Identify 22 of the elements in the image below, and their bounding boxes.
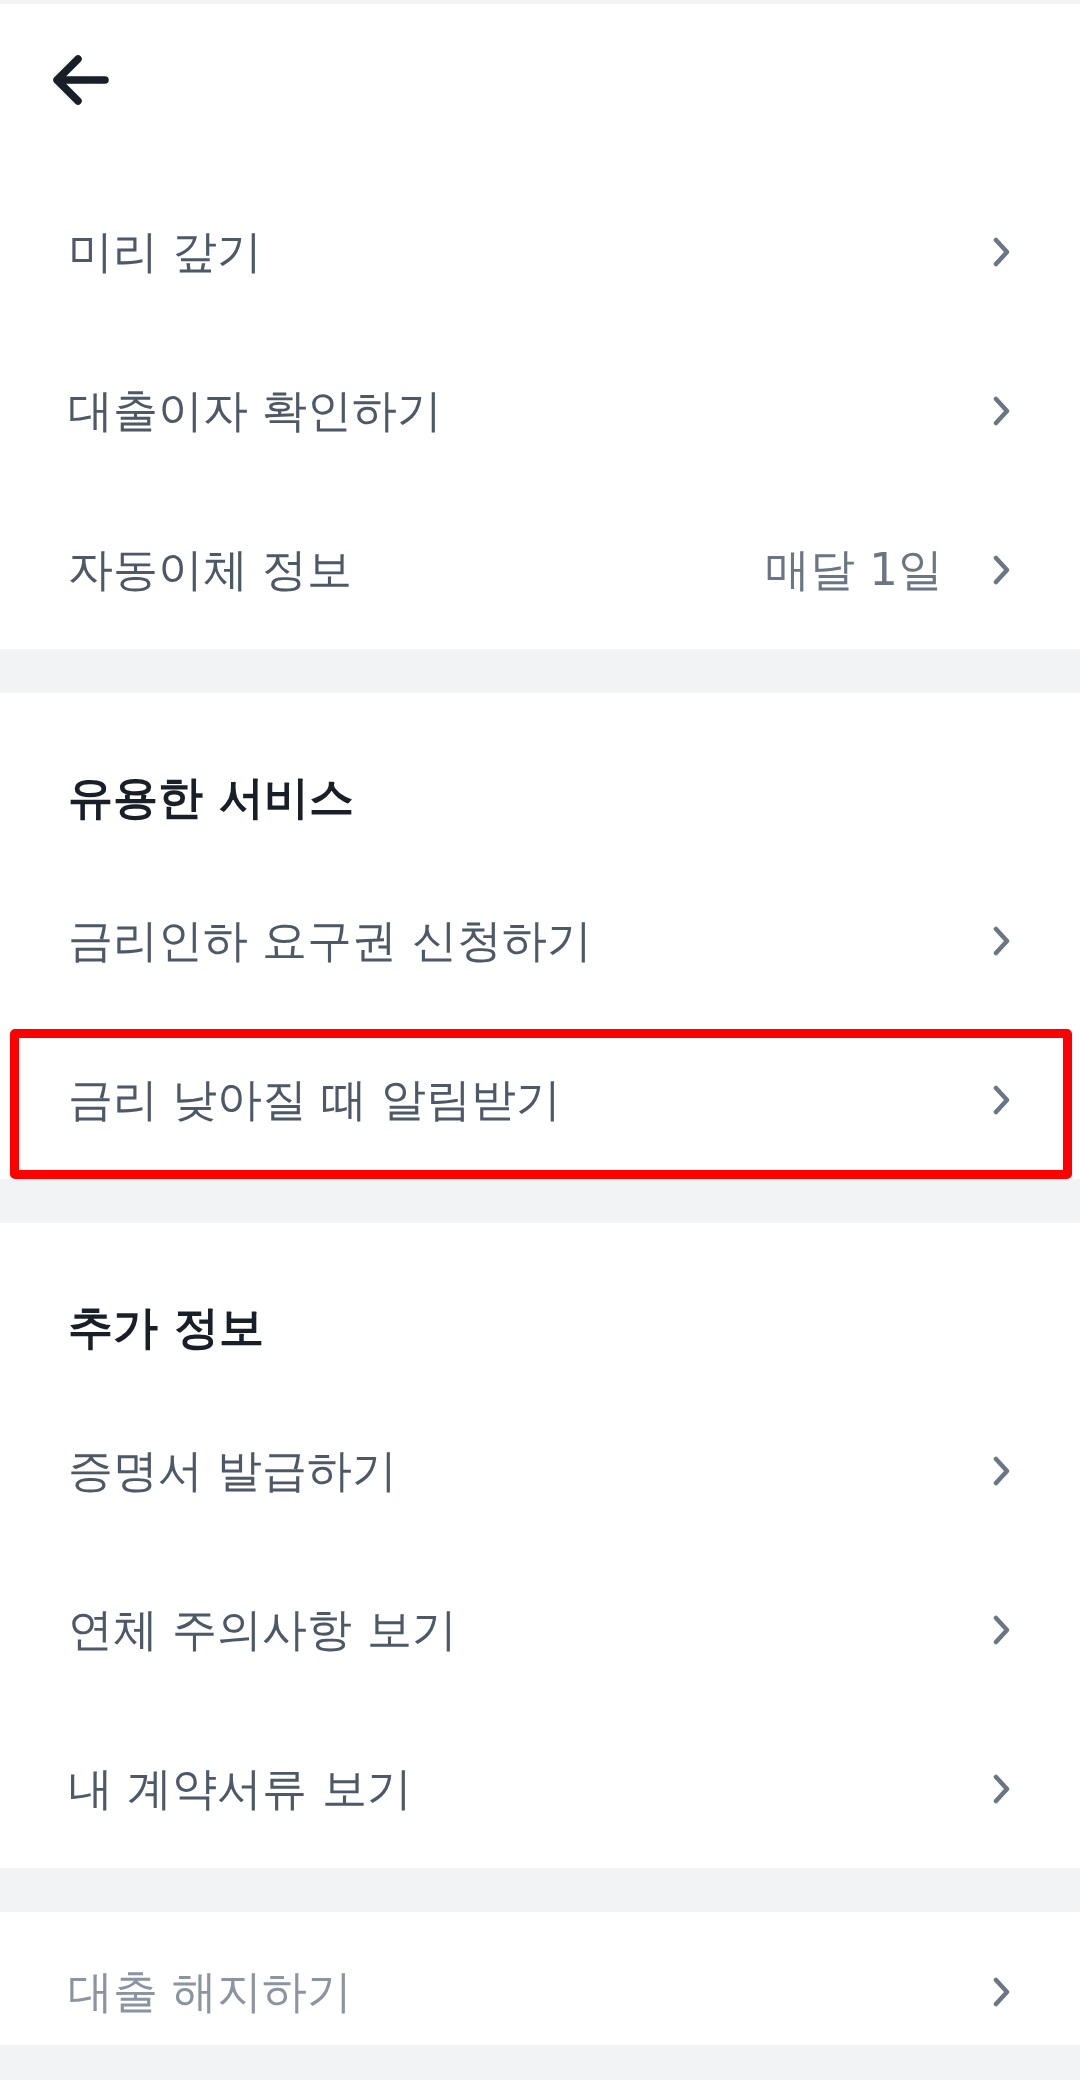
chevron-right-icon [993, 395, 1010, 426]
chevron-right-icon [993, 1455, 1010, 1486]
menu-item[interactable]: 자동이체 정보 매달 1일 [0, 490, 1080, 649]
chevron-right-icon [993, 1976, 1010, 2007]
menu-item[interactable]: 금리인하 요구권 신청하기 [0, 861, 1080, 1020]
chevron-right-icon [993, 925, 1010, 956]
section-title: 추가 정보 [67, 1300, 265, 1356]
menu-item[interactable]: 미리 갚기 [0, 172, 1080, 331]
chevron-right-icon [993, 236, 1010, 267]
menu-item[interactable]: 대출이자 확인하기 [0, 331, 1080, 490]
menu-item[interactable]: 연체 주의사항 보기 [0, 1550, 1080, 1709]
value-text: 매달 1일 [765, 541, 943, 598]
menu-item[interactable]: 내 계약서류 보기 [0, 1709, 1080, 1868]
back-arrow-icon [53, 55, 109, 105]
menu-item[interactable]: 금리 낮아질 때 알림받기 [0, 1020, 1080, 1179]
chevron-right-icon [993, 554, 1010, 585]
back-button[interactable] [53, 55, 109, 105]
menu-item[interactable]: 증명서 발급하기 [0, 1391, 1080, 1550]
chevron-right-icon [993, 1773, 1010, 1804]
chevron-right-icon [993, 1614, 1010, 1645]
chevron-right-icon [993, 1084, 1010, 1115]
section-title: 유용한 서비스 [67, 770, 355, 826]
